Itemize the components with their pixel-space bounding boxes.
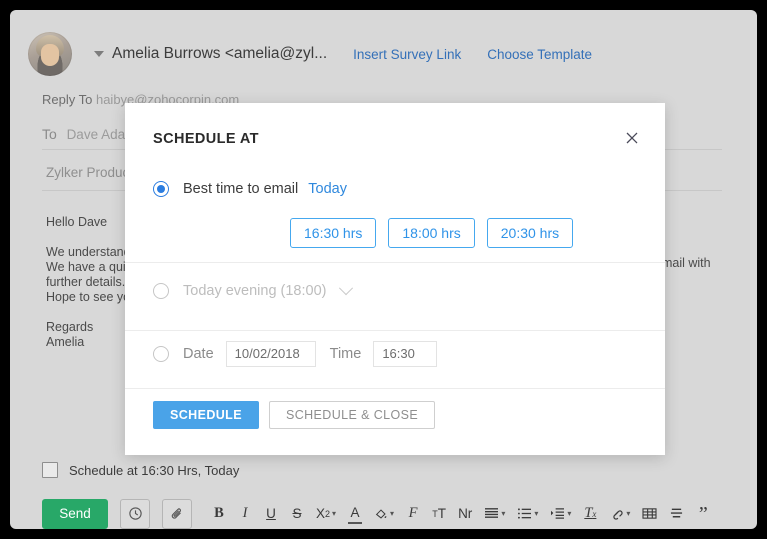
time-label: Time xyxy=(330,346,362,362)
schedule-and-close-button[interactable]: SCHEDULE & CLOSE xyxy=(269,401,435,429)
date-input[interactable] xyxy=(226,341,316,367)
time-input[interactable] xyxy=(373,341,437,367)
best-time-today-link[interactable]: Today xyxy=(308,181,347,197)
schedule-at-dialog: SCHEDULE AT Best time to email Today 16:… xyxy=(125,103,665,455)
divider-3 xyxy=(125,388,665,389)
close-icon[interactable] xyxy=(623,129,643,149)
dialog-title: SCHEDULE AT xyxy=(153,131,259,147)
option-today-evening[interactable]: Today evening (18:00) xyxy=(153,283,351,299)
option-custom-date[interactable]: Date Time xyxy=(153,341,437,367)
schedule-button[interactable]: SCHEDULE xyxy=(153,401,259,429)
chevron-down-icon[interactable] xyxy=(338,281,352,295)
divider-2 xyxy=(125,330,665,331)
divider-1 xyxy=(125,262,665,263)
radio-today-evening[interactable] xyxy=(153,283,169,299)
option-best-time[interactable]: Best time to email Today xyxy=(153,181,347,197)
time-chip[interactable]: 18:00 hrs xyxy=(388,218,474,248)
time-chip[interactable]: 16:30 hrs xyxy=(290,218,376,248)
time-chip[interactable]: 20:30 hrs xyxy=(487,218,573,248)
app-window: Amelia Burrows <amelia@zyl... Insert Sur… xyxy=(10,10,757,529)
radio-best-time[interactable] xyxy=(153,181,169,197)
date-label: Date xyxy=(183,346,214,362)
dialog-actions: SCHEDULE SCHEDULE & CLOSE xyxy=(153,401,435,429)
time-chip-group: 16:30 hrs 18:00 hrs 20:30 hrs xyxy=(290,218,585,248)
today-evening-label: Today evening (18:00) xyxy=(183,283,327,299)
best-time-label: Best time to email xyxy=(183,181,298,197)
radio-custom-date[interactable] xyxy=(153,346,169,362)
